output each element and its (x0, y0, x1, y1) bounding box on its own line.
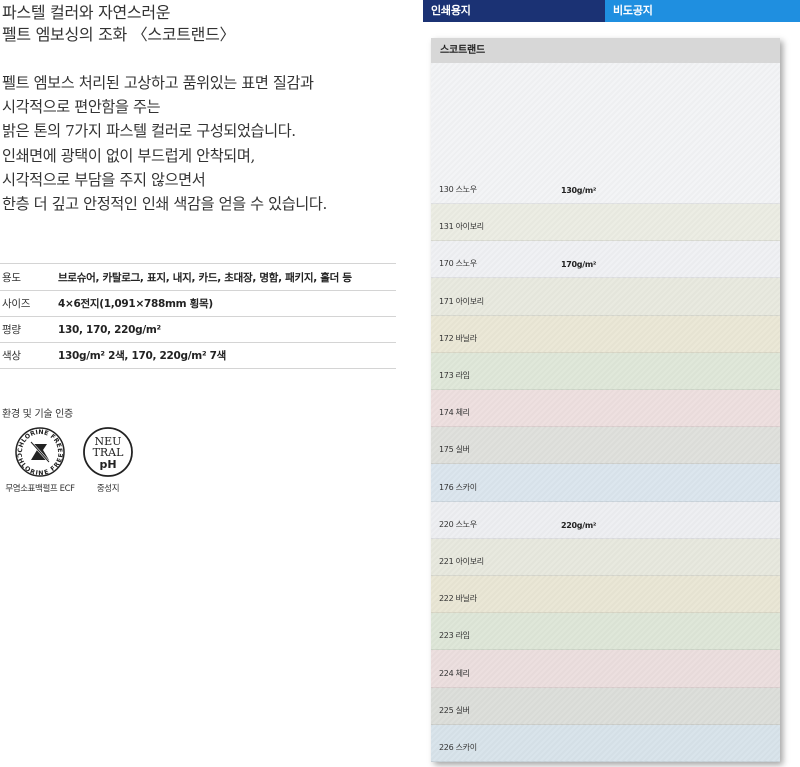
sample-title: 스코트랜드 (431, 38, 780, 63)
paper-swatch: 222 바닐라 (431, 576, 780, 614)
svg-text:pH: pH (99, 458, 116, 471)
paper-swatch: 221 아이보리 (431, 538, 780, 576)
spec-label: 사이즈 (2, 298, 31, 310)
swatch-name: 221 아이보리 (439, 556, 484, 566)
swatch-name: 173 라임 (439, 370, 470, 380)
swatch-name: 174 체리 (439, 408, 470, 418)
spec-value: 4×6전지(1,091×788mm 횡목) (58, 298, 213, 310)
description-line: 시각적으로 부담을 주지 않으면서 (2, 170, 206, 189)
paper-swatch: 173 라임 (431, 352, 780, 390)
swatch-name: 224 체리 (439, 668, 470, 678)
spec-label: 평량 (2, 324, 21, 336)
swatch-name: 223 라임 (439, 631, 470, 641)
description-line: 밝은 톤의 7가지 파스텔 컬러로 구성되었습니다. (2, 122, 296, 141)
tab-print-paper[interactable]: 인쇄용지 (423, 0, 605, 22)
chlorine-free-icon: CHLORINE FREE CHLORINE FREE (15, 427, 65, 477)
spec-value: 130, 170, 220g/m² (58, 323, 161, 336)
paper-swatch: 223 라임 (431, 613, 780, 651)
swatch-weight: 130g/m² (561, 186, 597, 195)
description-line: 인쇄면에 광택이 없이 부드럽게 안착되며, (2, 146, 255, 165)
headline-line: 파스텔 컬러와 자연스러운 (2, 3, 171, 22)
certification-caption: 중성지 (96, 484, 120, 494)
description-line: 펠트 엠보스 처리된 고상하고 품위있는 표면 질감과 (2, 74, 314, 92)
swatch-name: 226 스카이 (439, 742, 477, 752)
spec-row-usage: 용도 브로슈어, 카탈로그, 표지, 내지, 카드, 초대장, 명함, 패키지,… (0, 263, 396, 291)
paper-swatch: 131 아이보리 (431, 204, 780, 242)
certification-neutral-ph: NEU TRAL pH 중성지 (68, 426, 148, 494)
swatch-name: 222 바닐라 (439, 594, 477, 604)
spec-label: 용도 (2, 271, 21, 284)
swatch-name: 130 스노우 (439, 185, 477, 194)
paper-swatch: 220 스노우 220g/m² (431, 501, 780, 539)
swatch-name: 171 아이보리 (439, 296, 484, 306)
spec-table: 용도 브로슈어, 카탈로그, 표지, 내지, 카드, 초대장, 명함, 패키지,… (0, 263, 396, 369)
paper-swatch: 130 스노우 130g/m² (431, 63, 780, 204)
spec-row-weight: 평량 130, 170, 220g/m² (0, 317, 396, 343)
certification-title: 환경 및 기술 인증 (2, 409, 73, 420)
product-description: 펠트 엠보스 처리된 고상하고 품위있는 표면 질감과 시각적으로 편안함을 주… (2, 71, 402, 216)
paper-sample-sheet: 스코트랜드 130 스노우 130g/m² 131 아이보리 170 스노우 170g/… (431, 38, 780, 762)
spec-row-size: 사이즈 4×6전지(1,091×788mm 횡목) (0, 291, 396, 317)
description-line: 시각적으로 편안함을 주는 (2, 98, 161, 117)
paper-swatch: 224 체리 (431, 650, 780, 688)
headline-line: 펠트 엠보싱의 조화 〈스코트랜드〉 (2, 25, 236, 44)
swatch-name: 170 스노우 (439, 259, 477, 269)
swatch-weight: 170g/m² (561, 260, 597, 270)
paper-swatch: 226 스카이 (431, 724, 780, 762)
spec-row-color: 색상 130g/m² 2색, 170, 220g/m² 7색 (0, 343, 396, 369)
paper-swatch: 172 바닐라 (431, 315, 780, 353)
paper-swatch: 171 아이보리 (431, 278, 780, 316)
headline: 파스텔 컬러와 자연스러운 펠트 엠보싱의 조화 〈스코트랜드〉 (2, 2, 397, 46)
swatch-name: 225 실버 (439, 705, 470, 715)
category-tabs: 인쇄용지 비도공지 (423, 0, 800, 22)
paper-swatch: 225 실버 (431, 687, 780, 725)
paper-swatch: 175 실버 (431, 427, 780, 465)
paper-swatch: 174 체리 (431, 390, 780, 428)
spec-value: 130g/m² 2색, 170, 220g/m² 7색 (58, 350, 226, 362)
tab-non-coated-paper[interactable]: 비도공지 (605, 0, 800, 22)
swatch-name: 175 실버 (439, 445, 470, 455)
swatch-name: 220 스노우 (439, 519, 477, 529)
swatch-weight: 220g/m² (561, 520, 597, 530)
swatch-list: 130 스노우 130g/m² 131 아이보리 170 스노우 170g/m² 171 … (431, 63, 780, 762)
paper-swatch: 170 스노우 170g/m² (431, 241, 780, 279)
neutral-ph-icon: NEU TRAL pH (83, 427, 133, 477)
paper-swatch: 176 스카이 (431, 464, 780, 502)
swatch-name: 176 스카이 (439, 482, 477, 492)
description-line: 한층 더 깊고 안정적인 인쇄 색감을 얻을 수 있습니다. (2, 195, 327, 214)
swatch-name: 131 아이보리 (439, 222, 484, 232)
spec-label: 색상 (2, 350, 21, 362)
swatch-name: 172 바닐라 (439, 333, 477, 343)
spec-value: 브로슈어, 카탈로그, 표지, 내지, 카드, 초대장, 명함, 패키지, 홀더… (58, 271, 352, 284)
